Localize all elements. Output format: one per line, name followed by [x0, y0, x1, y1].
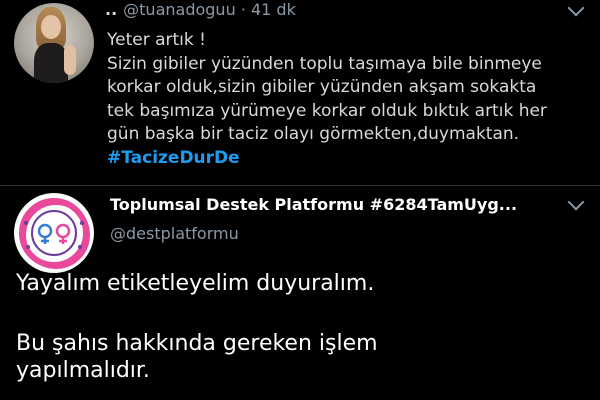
avatar[interactable] [14, 3, 94, 83]
tweet-line: Yayalım etiketleyelim duyuralım. [16, 271, 375, 296]
tweet-line: tek başımıza yürümeye korkar olduk bıktı… [107, 100, 547, 121]
tweet-line: korkar olduk,sizin gibiler yüzünden akşa… [107, 77, 537, 97]
tweet-line: Yeter artık ! [107, 30, 206, 50]
avatar-face [41, 15, 61, 39]
avatar-arm [64, 45, 76, 75]
tweet-text: Yayalım etiketleyelim duyuralım. Bu şahı… [16, 270, 586, 384]
avatar[interactable] [14, 193, 94, 273]
display-name[interactable]: Toplumsal Destek Platformu #6284TamUyg..… [110, 195, 517, 214]
avatar-body [34, 43, 68, 83]
user-handle[interactable]: @destplatformu [110, 224, 239, 243]
meta-separator: · [240, 0, 246, 19]
hashtag-link[interactable]: #TacizeDurDe [107, 147, 587, 171]
chevron-down-icon[interactable] [567, 0, 585, 17]
tweet-time[interactable]: 41 dk [251, 0, 296, 19]
tweet-card[interactable]: Toplumsal Destek Platformu #6284TamUyg..… [0, 186, 600, 400]
tweet-card[interactable]: .. @tuanadoguu · 41 dk Yeter artık ! Sizi… [0, 0, 600, 185]
tweet-line: gün başka bir taciz olayı görmekten,duym… [107, 124, 520, 144]
logo-icon [19, 198, 89, 268]
display-name[interactable]: .. [105, 0, 117, 19]
tweet-text: Yeter artık ! Sizin gibiler yüzünden top… [107, 29, 587, 170]
user-handle[interactable]: @tuanadoguu [123, 0, 236, 19]
tweet-line: yapılmalıdır. [16, 358, 150, 383]
tweet-line: Sizin gibiler yüzünden toplu taşımaya bi… [107, 53, 542, 74]
tweet-line: Bu şahıs hakkında gereken işlem [16, 331, 378, 356]
tweet-meta: .. @tuanadoguu · 41 dk [105, 0, 296, 19]
chevron-down-icon[interactable] [567, 193, 585, 211]
